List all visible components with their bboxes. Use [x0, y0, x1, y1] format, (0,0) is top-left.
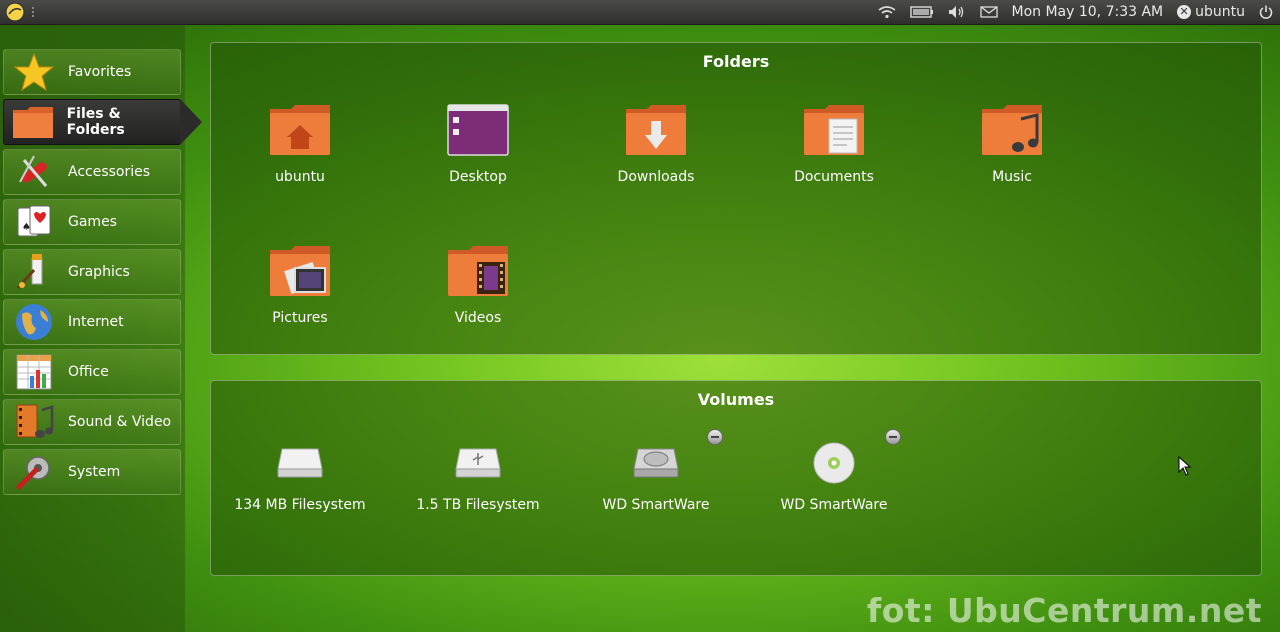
- home-folder-icon: [211, 95, 389, 165]
- sidebar-item-label: Games: [68, 214, 117, 230]
- volume-item-1-5tb[interactable]: 1.5 TB Filesystem: [389, 433, 567, 513]
- sidebar-item-favorites[interactable]: Favorites: [3, 49, 181, 95]
- videos-folder-icon: [389, 236, 567, 306]
- sidebar-item-label: Office: [68, 364, 109, 380]
- sidebar-item-games[interactable]: ♠ Games: [3, 199, 181, 245]
- panel-grip[interactable]: [32, 7, 40, 17]
- volume-label: 134 MB Filesystem: [234, 497, 366, 513]
- drive-icon: [211, 433, 389, 493]
- folder-label: Documents: [794, 169, 874, 185]
- sidebar-item-label: System: [68, 464, 121, 480]
- user-menu[interactable]: ✕ ubuntu: [1177, 4, 1245, 20]
- brush-icon: [12, 250, 56, 294]
- folders-panel: Folders ubuntu Desktop Downloads Documen…: [210, 42, 1262, 355]
- cards-icon: ♠: [12, 200, 56, 244]
- media-icon: [12, 400, 56, 444]
- downloads-folder-icon: [567, 95, 745, 165]
- volume-label: WD SmartWare: [780, 497, 888, 513]
- volume-item-wd-smartware-cd[interactable]: WD SmartWare: [745, 433, 923, 513]
- user-name: ubuntu: [1195, 4, 1245, 20]
- power-icon[interactable]: [1259, 5, 1273, 19]
- sidebar-item-office[interactable]: Office: [3, 349, 181, 395]
- volume-label: WD SmartWare: [602, 497, 710, 513]
- folder-label: Videos: [454, 310, 502, 326]
- sidebar-item-label: Accessories: [68, 164, 151, 180]
- sidebar-item-sound-video[interactable]: Sound & Video: [3, 399, 181, 445]
- sidebar-item-label: Favorites: [68, 64, 132, 80]
- spreadsheet-icon: [12, 350, 56, 394]
- folder-item-desktop[interactable]: Desktop: [389, 95, 567, 185]
- sidebar-item-label: Sound & Video: [68, 414, 172, 430]
- folder-item-downloads[interactable]: Downloads: [567, 95, 745, 185]
- sidebar-item-label: Internet: [68, 314, 124, 330]
- sidebar-item-label: Graphics: [68, 264, 130, 280]
- folder-label: Music: [992, 169, 1032, 185]
- sidebar-item-label: Files & Folders: [66, 106, 125, 138]
- wifi-icon[interactable]: [878, 5, 896, 19]
- watermark: fot: UbuCentrum.net: [866, 591, 1262, 630]
- globe-icon: [12, 300, 56, 344]
- music-folder-icon: [923, 95, 1101, 165]
- wrench-icon: [12, 450, 56, 494]
- svg-text:♠: ♠: [22, 222, 31, 233]
- folder-item-documents[interactable]: Documents: [745, 95, 923, 185]
- top-panel: Mon May 10, 7:33 AM ✕ ubuntu: [0, 0, 1280, 25]
- folder-icon: [12, 100, 55, 144]
- volume-item-wd-smartware-hdd[interactable]: WD SmartWare: [567, 433, 745, 513]
- volumes-title: Volumes: [697, 390, 775, 409]
- folder-item-videos[interactable]: Videos: [389, 236, 567, 326]
- volume-item-134mb[interactable]: 134 MB Filesystem: [211, 433, 389, 513]
- star-icon: [12, 50, 56, 94]
- sidebar-item-internet[interactable]: Internet: [3, 299, 181, 345]
- documents-folder-icon: [745, 95, 923, 165]
- sidebar-item-system[interactable]: System: [3, 449, 181, 495]
- category-sidebar: Favorites Files & Folders Accessories ♠ …: [0, 25, 202, 632]
- folder-item-pictures[interactable]: Pictures: [211, 236, 389, 326]
- sidebar-item-accessories[interactable]: Accessories: [3, 149, 181, 195]
- swiss-knife-icon: [12, 150, 56, 194]
- clock[interactable]: Mon May 10, 7:33 AM: [1012, 4, 1164, 20]
- sidebar-item-files-folders[interactable]: Files & Folders: [3, 99, 202, 145]
- folder-label: ubuntu: [275, 169, 325, 185]
- ubuntu-logo-icon[interactable]: [4, 1, 26, 23]
- mail-icon[interactable]: [979, 6, 998, 18]
- pictures-folder-icon: [211, 236, 389, 306]
- folders-title: Folders: [702, 52, 770, 71]
- volumes-panel: Volumes 134 MB Filesystem 1.5 TB Filesys…: [210, 380, 1262, 576]
- folder-label: Desktop: [449, 169, 507, 185]
- folder-label: Downloads: [617, 169, 695, 185]
- eject-button[interactable]: [885, 429, 901, 445]
- folder-label: Pictures: [272, 310, 328, 326]
- desktop-icon: [389, 95, 567, 165]
- battery-icon[interactable]: [909, 6, 934, 18]
- volume-label: 1.5 TB Filesystem: [416, 497, 540, 513]
- mouse-cursor-icon: [1178, 456, 1192, 476]
- folder-item-music[interactable]: Music: [923, 95, 1101, 185]
- eject-button[interactable]: [707, 429, 723, 445]
- folder-item-ubuntu[interactable]: ubuntu: [211, 95, 389, 185]
- volume-icon[interactable]: [948, 5, 966, 19]
- user-icon: ✕: [1177, 5, 1192, 19]
- usb-drive-icon: [389, 433, 567, 493]
- sidebar-item-graphics[interactable]: Graphics: [3, 249, 181, 295]
